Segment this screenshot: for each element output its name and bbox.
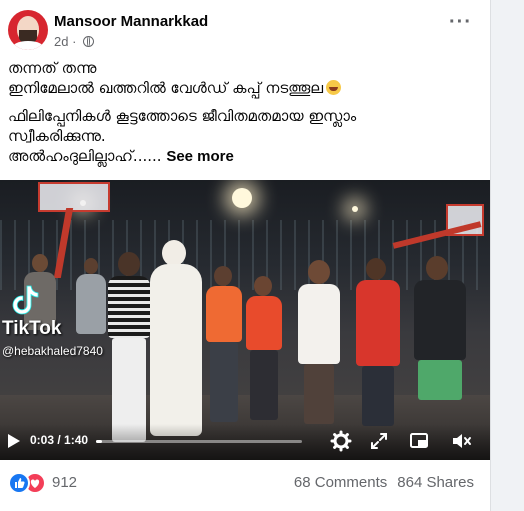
grinning-emoji-icon bbox=[326, 80, 342, 95]
progress-fill bbox=[96, 440, 103, 443]
post-text-line: ഇനിമേലാൽ ഖത്തറിൽ വേൾഡ് കപ്പ് നടത്തൂല bbox=[8, 78, 478, 98]
comments-count[interactable]: 68 Comments bbox=[294, 474, 387, 491]
globe-icon bbox=[83, 36, 95, 47]
avatar-shirt bbox=[12, 41, 44, 50]
post-text-line: തന്നത് തന്നു bbox=[8, 59, 97, 77]
post-text-line: ഫിലിപ്പേനികൾ കൂട്ടത്തോടെ ജീവിതമതമായ ഇസ്ല… bbox=[8, 107, 357, 125]
thumbs-up-icon bbox=[15, 478, 25, 488]
author-name[interactable]: Mansoor Mannarkkad bbox=[54, 13, 208, 30]
post-meta: 2d · bbox=[54, 34, 95, 49]
tiktok-brand: TikTok bbox=[2, 318, 62, 339]
see-more-link[interactable]: See more bbox=[166, 148, 234, 165]
post-time[interactable]: 2d bbox=[54, 34, 68, 49]
post-text-line: സ്വീകരിക്കുന്നു. bbox=[8, 127, 106, 145]
post-card: Mansoor Mannarkkad 2d · ··· തന്നത് തന്നു… bbox=[0, 0, 491, 511]
post-meta-separator: · bbox=[72, 34, 77, 49]
video-time: 0:03 / 1:40 bbox=[30, 433, 89, 447]
video-player[interactable]: TikTok @hebakhaled7840 0:03 / 1:40 bbox=[0, 180, 490, 460]
video-controls: 0:03 / 1:40 bbox=[0, 424, 490, 460]
avatar[interactable] bbox=[8, 10, 48, 50]
post-footer: 912 68 Comments 864 Shares bbox=[0, 466, 490, 500]
like-reaction-icon[interactable] bbox=[8, 472, 30, 494]
progress-bar[interactable] bbox=[96, 440, 302, 443]
shares-count[interactable]: 864 Shares bbox=[397, 474, 474, 491]
play-icon[interactable] bbox=[8, 434, 20, 448]
reaction-count[interactable]: 912 bbox=[52, 474, 77, 491]
tiktok-logo-icon bbox=[12, 285, 39, 315]
post-header: Mansoor Mannarkkad 2d · ··· bbox=[8, 10, 482, 54]
post-text-line: അൽഹംദുലില്ലാഹ്...... See more bbox=[8, 147, 234, 165]
volume-icon[interactable] bbox=[450, 430, 472, 452]
crowd bbox=[0, 180, 490, 460]
tiktok-username: @hebakhaled7840 bbox=[2, 344, 103, 358]
post-text: തന്നത് തന്നു ഇനിമേലാൽ ഖത്തറിൽ വേൾഡ് കപ്പ… bbox=[8, 58, 478, 167]
picture-in-picture-icon[interactable] bbox=[408, 430, 430, 452]
fullscreen-icon[interactable] bbox=[368, 430, 390, 452]
settings-icon[interactable] bbox=[330, 430, 352, 452]
more-options-icon[interactable]: ··· bbox=[449, 12, 472, 32]
post-stats: 68 Comments 864 Shares bbox=[294, 474, 474, 491]
